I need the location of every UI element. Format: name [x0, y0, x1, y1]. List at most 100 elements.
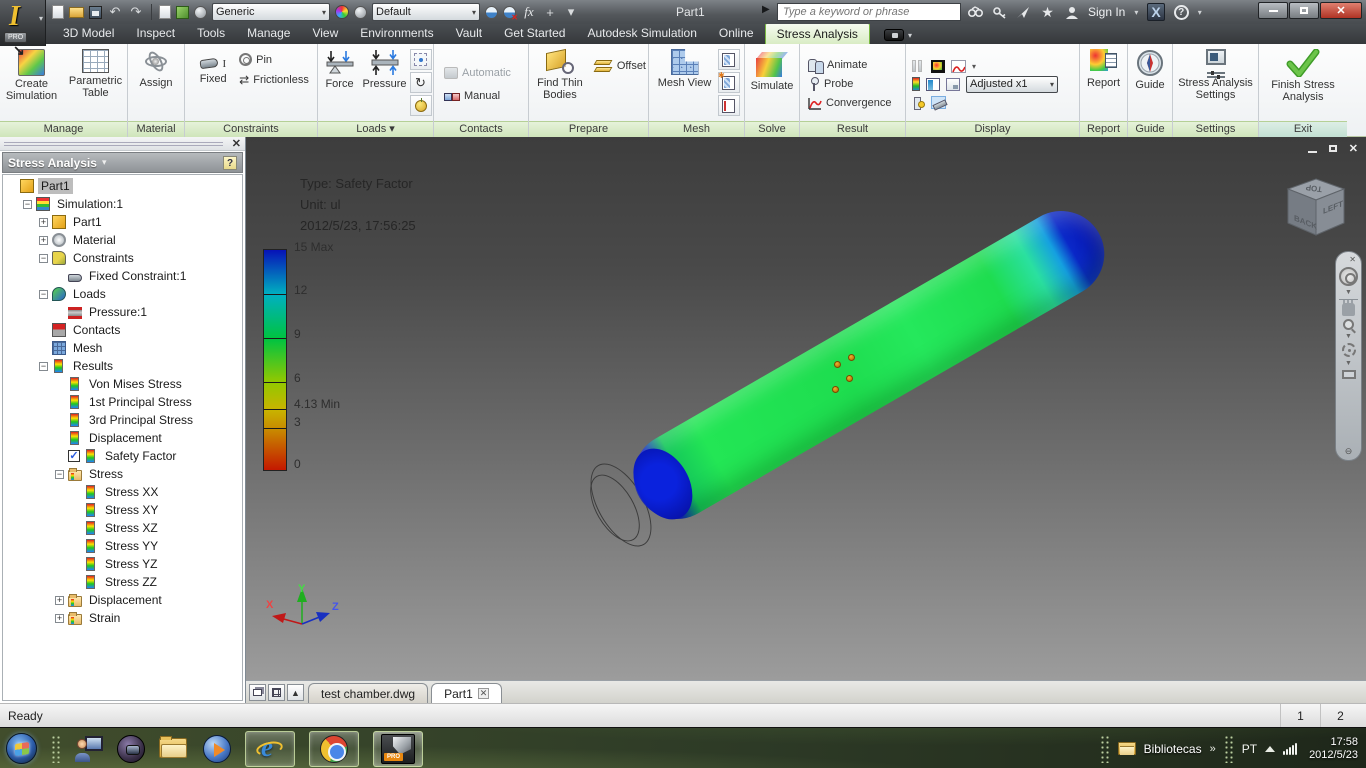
- orbit-icon[interactable]: [1342, 343, 1356, 357]
- navigation-bar[interactable]: ✕ ▼ ▼ ▼ ⊖: [1335, 251, 1362, 461]
- panel-material-footer[interactable]: Material: [128, 121, 184, 137]
- tree-item-safety-factor[interactable]: ✓Safety Factor: [3, 447, 242, 465]
- probe-button[interactable]: Probe: [806, 76, 855, 93]
- tab-environments[interactable]: Environments: [349, 23, 444, 44]
- tree-item-stress-zz[interactable]: Stress ZZ: [3, 573, 242, 591]
- expand-tabs-button[interactable]: ▲: [287, 684, 304, 701]
- zoom-magnifier-icon[interactable]: [1343, 319, 1354, 330]
- key-icon[interactable]: [992, 5, 1007, 20]
- convergence-button[interactable]: Convergence: [806, 95, 893, 112]
- smooth-shading-icon[interactable]: [951, 60, 966, 73]
- favorites-star-icon[interactable]: ★: [1040, 5, 1055, 20]
- pinned-divider-icon[interactable]: [51, 735, 61, 763]
- show-hidden-icons[interactable]: [1265, 746, 1275, 752]
- minimize-button[interactable]: [1258, 2, 1288, 19]
- contour-shading-icon[interactable]: [931, 60, 945, 73]
- appearance-globe-icon[interactable]: [194, 6, 207, 19]
- chevron-down-icon[interactable]: ▾: [1134, 8, 1138, 17]
- tab-inspect[interactable]: Inspect: [125, 23, 186, 44]
- fx-icon[interactable]: fx: [521, 4, 537, 20]
- tree-item-simulation-1[interactable]: −Simulation:1: [3, 195, 242, 213]
- network-signal-icon[interactable]: [1283, 742, 1297, 755]
- panel-loads-footer[interactable]: Loads ▾: [318, 121, 433, 137]
- expand-icon[interactable]: +: [39, 218, 48, 227]
- collapse-icon[interactable]: −: [23, 200, 32, 209]
- panel-guide-footer[interactable]: Guide: [1128, 121, 1172, 137]
- tree-item-mesh[interactable]: Mesh: [3, 339, 242, 357]
- undo-icon[interactable]: ↶: [107, 4, 123, 20]
- tree-item-stress-xz[interactable]: Stress XZ: [3, 519, 242, 537]
- chevron-down-icon[interactable]: ▾: [972, 62, 976, 71]
- tab-vault[interactable]: Vault: [445, 23, 493, 44]
- tree-item-material[interactable]: +Material: [3, 231, 242, 249]
- collapse-icon[interactable]: −: [39, 290, 48, 299]
- application-menu-button[interactable]: I PRO ▾: [0, 0, 46, 46]
- chevron-down-icon[interactable]: ▾: [1198, 8, 1202, 17]
- status-cell-1[interactable]: 1: [1280, 704, 1320, 728]
- cascade-windows-button[interactable]: [249, 684, 266, 701]
- chevron-down-icon[interactable]: ▾: [102, 157, 107, 168]
- legend-toggle-icon[interactable]: [926, 78, 940, 91]
- force-load-button[interactable]: Force: [320, 47, 360, 90]
- graphics-viewport[interactable]: ✕ Type: Safety Factor Unit: ul 2012/5/23…: [246, 137, 1366, 680]
- tree-item-results[interactable]: −Results: [3, 357, 242, 375]
- tree-item-loads[interactable]: −Loads: [3, 285, 242, 303]
- send-icon[interactable]: [1016, 5, 1031, 20]
- doc-tab-part1[interactable]: Part1✕: [431, 683, 502, 703]
- local-mesh-control-button[interactable]: [718, 72, 740, 93]
- doc-restore-icon[interactable]: [1329, 145, 1337, 152]
- libraries-folder-icon[interactable]: [1118, 742, 1136, 755]
- navbar-close-icon[interactable]: ✕: [1349, 255, 1356, 264]
- libraries-label[interactable]: Bibliotecas: [1144, 742, 1202, 756]
- tree-item-3rd-principal-stress[interactable]: 3rd Principal Stress: [3, 411, 242, 429]
- automatic-contacts-button[interactable]: Automatic: [442, 64, 513, 81]
- tab-online[interactable]: Online: [708, 23, 765, 44]
- mesh-view-button[interactable]: Mesh View: [654, 47, 716, 89]
- panel-constraints-footer[interactable]: Constraints: [185, 121, 317, 137]
- exchange-apps-icon[interactable]: X: [1147, 3, 1164, 21]
- close-button[interactable]: ✕: [1320, 2, 1362, 19]
- tab-3d-model[interactable]: 3D Model: [52, 23, 125, 44]
- open-file-icon[interactable]: [69, 7, 84, 18]
- panel-display-footer[interactable]: Display: [906, 121, 1079, 137]
- animate-button[interactable]: Animate: [806, 57, 869, 74]
- convergence-settings-button[interactable]: [718, 95, 740, 116]
- tree-item-stress-xy[interactable]: Stress XY: [3, 501, 242, 519]
- steering-wheel-icon[interactable]: [1339, 267, 1358, 286]
- guide-button[interactable]: Guide: [1129, 47, 1171, 91]
- panel-contacts-footer[interactable]: Contacts: [434, 121, 528, 137]
- panel-mesh-footer[interactable]: Mesh: [649, 121, 744, 137]
- tree-item-contacts[interactable]: Contacts: [3, 321, 242, 339]
- add-icon[interactable]: +: [542, 4, 558, 20]
- panel-manage-footer[interactable]: Manage: [0, 121, 127, 137]
- create-simulation-button[interactable]: Create Simulation: [1, 47, 63, 102]
- media-player-icon[interactable]: [203, 735, 231, 763]
- probe-marker-icon[interactable]: [832, 386, 839, 393]
- tab-stress-analysis[interactable]: Stress Analysis: [765, 23, 870, 44]
- help-icon[interactable]: ?: [1174, 5, 1189, 20]
- overflow-icon[interactable]: ▾: [563, 4, 579, 20]
- tab-view[interactable]: View: [301, 23, 349, 44]
- status-cell-2[interactable]: 2: [1320, 704, 1360, 728]
- collapse-icon[interactable]: −: [39, 362, 48, 371]
- iproperties-icon[interactable]: [176, 6, 189, 19]
- save-icon[interactable]: [89, 6, 102, 19]
- sign-in-button[interactable]: Sign In: [1088, 5, 1125, 19]
- browser-help-icon[interactable]: ?: [223, 156, 237, 170]
- panel-solve-footer[interactable]: Solve: [745, 121, 799, 137]
- expand-icon[interactable]: +: [55, 596, 64, 605]
- find-thin-bodies-button[interactable]: Find Thin Bodies: [529, 47, 591, 101]
- tree-item-stress-yy[interactable]: Stress YY: [3, 537, 242, 555]
- panel-settings-footer[interactable]: Settings: [1173, 121, 1258, 137]
- expand-icon[interactable]: +: [39, 236, 48, 245]
- tree-item-fixed-constraint-1[interactable]: Fixed Constraint:1: [3, 267, 242, 285]
- binoculars-icon[interactable]: [968, 5, 983, 20]
- tree-item-1st-principal-stress[interactable]: 1st Principal Stress: [3, 393, 242, 411]
- stress-analysis-settings-button[interactable]: Stress Analysis Settings: [1175, 47, 1257, 101]
- boundary-display-icon[interactable]: [931, 96, 946, 109]
- panel-prepare-footer[interactable]: Prepare: [529, 121, 648, 137]
- browser-close-icon[interactable]: ✕: [232, 137, 241, 150]
- language-indicator[interactable]: PT: [1242, 742, 1257, 756]
- inventor-taskbar-button[interactable]: PRO: [373, 731, 423, 767]
- chevron-down-icon[interactable]: ▼: [1345, 333, 1352, 340]
